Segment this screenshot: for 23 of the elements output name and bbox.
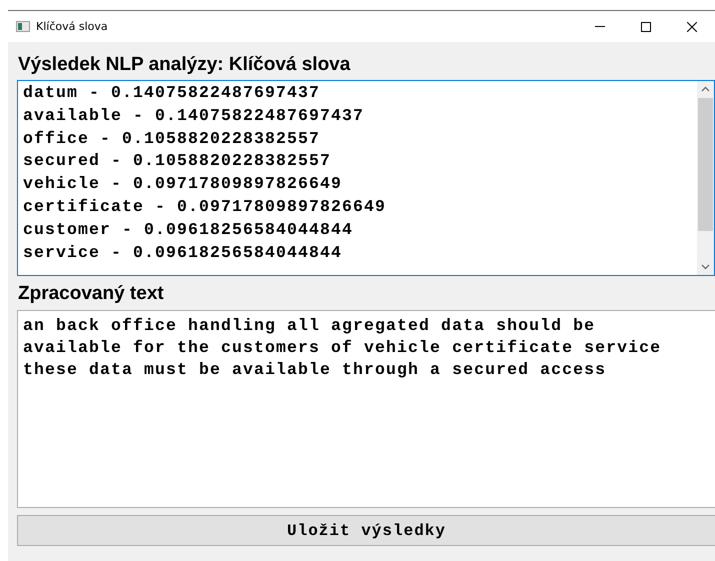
scrollbar[interactable] <box>697 81 714 275</box>
save-button[interactable]: Uložit výsledky <box>17 515 715 546</box>
text-line: an back office handling all agregated data should be <box>23 315 596 337</box>
keyword-line: customer - 0.09618256584044844 <box>23 218 354 241</box>
keyword-line: available - 0.14075822487697437 <box>23 104 366 127</box>
keyword-line: vehicle - 0.09717809897826649 <box>23 173 344 196</box>
processed-heading: Zpracovaný text <box>17 282 165 306</box>
keyword-line: office - 0.1058820228382557 <box>23 128 322 150</box>
keyword-line: secured - 0.1058820228382557 <box>23 150 332 172</box>
app-icon <box>16 21 30 32</box>
keywords-heading: Výsledek NLP analýzy: Klíčová slova <box>17 53 352 77</box>
processed-text-area[interactable]: an back office handling all agregated data should be available for the customers of vehicle certificate service these data must be available through a secured access <box>17 310 715 508</box>
keywords-list[interactable] <box>17 80 715 276</box>
minimize-icon <box>595 26 605 27</box>
scroll-thumb[interactable] <box>698 98 713 231</box>
maximize-icon <box>641 22 651 32</box>
close-icon <box>687 22 697 32</box>
keyword-line: datum - 0.14075822487697437 <box>23 82 322 104</box>
text-line: these data must be available through a secured access <box>23 359 608 381</box>
text-line: available for the customers of vehicle certificate service <box>23 337 662 359</box>
keyword-line: certificate - 0.09717809897826649 <box>23 196 388 218</box>
window-title: Klíčová slova <box>36 20 109 33</box>
keyword-line: service - 0.09618256584044844 <box>23 242 344 264</box>
